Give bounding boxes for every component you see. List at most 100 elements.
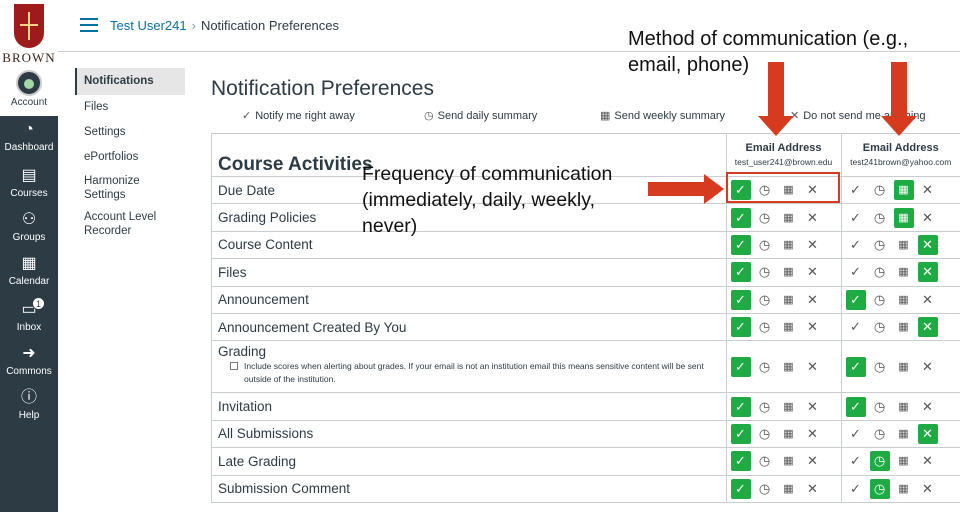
weekly-summary-icon[interactable]: ▦ [779, 397, 799, 417]
daily-summary-icon[interactable]: ◷ [755, 317, 775, 337]
daily-summary-icon[interactable]: ◷ [755, 235, 775, 255]
daily-summary-icon[interactable]: ◷ [755, 208, 775, 228]
weekly-summary-icon[interactable]: ▦ [894, 479, 914, 499]
daily-summary-icon[interactable]: ◷ [870, 262, 890, 282]
notify-right-away-icon[interactable]: ✓ [846, 479, 866, 499]
nav-settings[interactable]: Settings [75, 120, 185, 145]
daily-summary-icon[interactable]: ◷ [755, 451, 775, 471]
weekly-summary-icon[interactable]: ▦ [779, 451, 799, 471]
weekly-summary-icon[interactable]: ▦ [894, 235, 914, 255]
notify-right-away-icon[interactable]: ✓ [730, 207, 751, 228]
never-icon[interactable]: ✕ [918, 479, 938, 499]
never-icon[interactable]: ✕ [918, 357, 938, 377]
notify-right-away-icon[interactable]: ✓ [730, 451, 751, 472]
never-icon[interactable]: ✕ [803, 451, 823, 471]
nav-files[interactable]: Files [75, 95, 185, 120]
notify-right-away-icon[interactable]: ✓ [846, 424, 866, 444]
grading-scores-option[interactable]: Include scores when alerting about grade… [218, 359, 718, 390]
weekly-summary-icon[interactable]: ▦ [779, 208, 799, 228]
notify-right-away-icon[interactable]: ✓ [845, 396, 866, 417]
daily-summary-icon[interactable]: ◷ [870, 235, 890, 255]
weekly-summary-icon[interactable]: ▦ [779, 479, 799, 499]
notify-right-away-icon[interactable]: ✓ [846, 235, 866, 255]
nav-account-level-recorder[interactable]: Account Level Recorder [75, 210, 185, 250]
breadcrumb-user-link[interactable]: Test User241 [110, 18, 187, 33]
never-icon[interactable]: ✕ [803, 317, 823, 337]
never-icon[interactable]: ✕ [918, 180, 938, 200]
weekly-summary-icon[interactable]: ▦ [894, 424, 914, 444]
notify-right-away-icon[interactable]: ✓ [845, 356, 866, 377]
nav-calendar[interactable]: ▦ Calendar [0, 254, 58, 287]
daily-summary-icon[interactable]: ◷ [755, 397, 775, 417]
never-icon[interactable]: ✕ [803, 208, 823, 228]
never-icon[interactable]: ✕ [918, 451, 938, 471]
daily-summary-icon[interactable]: ◷ [755, 357, 775, 377]
never-icon[interactable]: ✕ [918, 290, 938, 310]
weekly-summary-icon[interactable]: ▦ [894, 262, 914, 282]
daily-summary-icon[interactable]: ◷ [870, 180, 890, 200]
never-icon[interactable]: ✕ [803, 290, 823, 310]
daily-summary-icon[interactable]: ◷ [755, 479, 775, 499]
weekly-summary-icon[interactable]: ▦ [779, 424, 799, 444]
weekly-summary-icon[interactable]: ▦ [779, 317, 799, 337]
notify-right-away-icon[interactable]: ✓ [846, 451, 866, 471]
notify-right-away-icon[interactable]: ✓ [846, 180, 866, 200]
daily-summary-icon[interactable]: ◷ [869, 478, 890, 499]
daily-summary-icon[interactable]: ◷ [870, 357, 890, 377]
daily-summary-icon[interactable]: ◷ [870, 208, 890, 228]
daily-summary-icon[interactable]: ◷ [755, 262, 775, 282]
daily-summary-icon[interactable]: ◷ [755, 424, 775, 444]
never-icon[interactable]: ✕ [917, 262, 938, 283]
never-icon[interactable]: ✕ [803, 235, 823, 255]
nav-groups[interactable]: ⚇ Groups [0, 210, 58, 243]
never-icon[interactable]: ✕ [917, 317, 938, 338]
nav-harmonize-settings[interactable]: Harmonize Settings [75, 170, 185, 210]
notify-right-away-icon[interactable]: ✓ [730, 317, 751, 338]
notify-right-away-icon[interactable]: ✓ [846, 208, 866, 228]
weekly-summary-icon[interactable]: ▦ [894, 451, 914, 471]
weekly-summary-icon[interactable]: ▦ [779, 262, 799, 282]
weekly-summary-icon[interactable]: ▦ [893, 207, 914, 228]
never-icon[interactable]: ✕ [803, 262, 823, 282]
daily-summary-icon[interactable]: ◷ [870, 397, 890, 417]
weekly-summary-icon[interactable]: ▦ [894, 357, 914, 377]
notify-right-away-icon[interactable]: ✓ [730, 396, 751, 417]
weekly-summary-icon[interactable]: ▦ [894, 290, 914, 310]
daily-summary-icon[interactable]: ◷ [870, 424, 890, 444]
never-icon[interactable]: ✕ [918, 208, 938, 228]
never-icon[interactable]: ✕ [917, 423, 938, 444]
include-scores-checkbox[interactable] [230, 361, 238, 370]
never-icon[interactable]: ✕ [803, 479, 823, 499]
hamburger-menu-icon[interactable] [80, 18, 98, 32]
notify-right-away-icon[interactable]: ✓ [730, 262, 751, 283]
weekly-summary-icon[interactable]: ▦ [779, 235, 799, 255]
notify-right-away-icon[interactable]: ✓ [730, 423, 751, 444]
daily-summary-icon[interactable]: ◷ [870, 290, 890, 310]
nav-help[interactable]: ⓘ Help [0, 388, 58, 421]
notify-right-away-icon[interactable]: ✓ [730, 289, 751, 310]
weekly-summary-icon[interactable]: ▦ [894, 397, 914, 417]
notify-right-away-icon[interactable]: ✓ [730, 356, 751, 377]
nav-courses[interactable]: ▤ Courses [0, 166, 58, 199]
never-icon[interactable]: ✕ [803, 357, 823, 377]
nav-notifications[interactable]: Notifications [75, 68, 185, 95]
never-icon[interactable]: ✕ [918, 397, 938, 417]
nav-eportfolios[interactable]: ePortfolios [75, 145, 185, 170]
never-icon[interactable]: ✕ [803, 397, 823, 417]
nav-account[interactable]: Account [0, 66, 58, 116]
nav-commons[interactable]: ➜ Commons [0, 344, 58, 377]
weekly-summary-icon[interactable]: ▦ [779, 290, 799, 310]
weekly-summary-icon[interactable]: ▦ [894, 317, 914, 337]
weekly-summary-icon[interactable]: ▦ [779, 357, 799, 377]
notify-right-away-icon[interactable]: ✓ [730, 234, 751, 255]
notify-right-away-icon[interactable]: ✓ [845, 289, 866, 310]
notify-right-away-icon[interactable]: ✓ [730, 478, 751, 499]
weekly-summary-icon[interactable]: ▦ [893, 180, 914, 201]
notify-right-away-icon[interactable]: ✓ [846, 262, 866, 282]
daily-summary-icon[interactable]: ◷ [870, 317, 890, 337]
never-icon[interactable]: ✕ [917, 234, 938, 255]
brown-logo[interactable]: BROWN [0, 0, 58, 66]
daily-summary-icon[interactable]: ◷ [869, 451, 890, 472]
daily-summary-icon[interactable]: ◷ [755, 290, 775, 310]
never-icon[interactable]: ✕ [803, 424, 823, 444]
